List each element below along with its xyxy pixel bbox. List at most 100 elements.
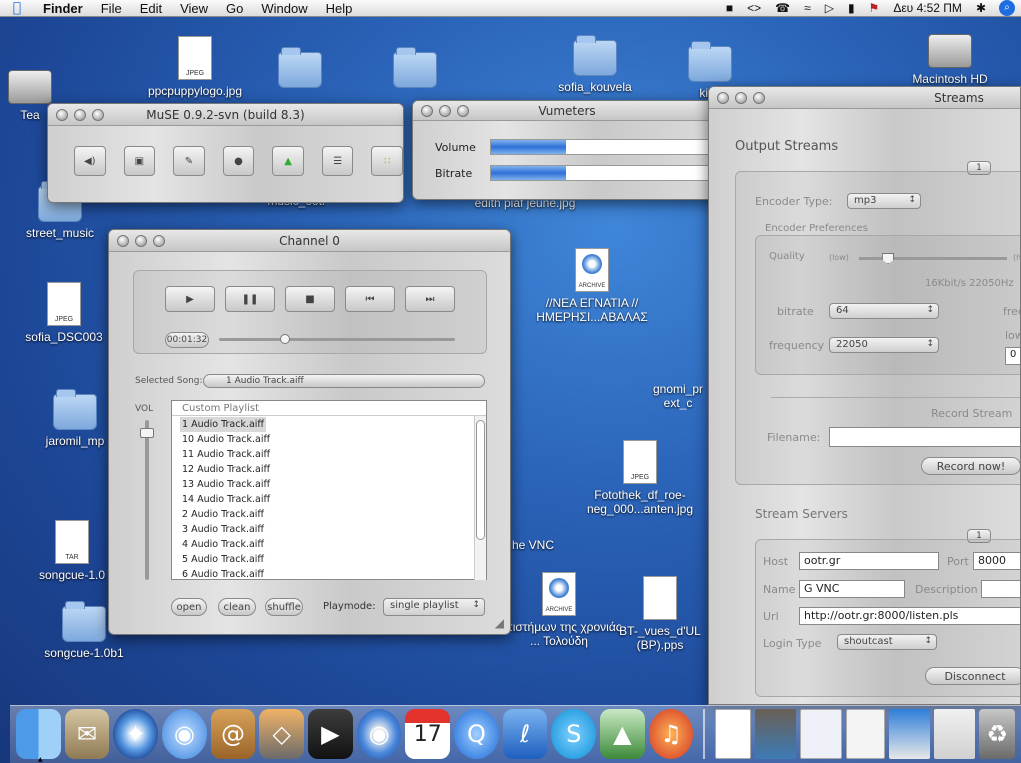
finder-icon[interactable]: ▲ — [16, 709, 61, 763]
menu-finder[interactable]: Finder — [34, 1, 92, 16]
playlist-row[interactable]: 13 Audio Track.aiff — [182, 477, 486, 492]
desktop-icon-gnomi[interactable]: gnomi_pr ext_c — [648, 382, 708, 410]
user-icon[interactable]: ▲ — [272, 146, 304, 176]
forward-icon[interactable]: ⏭ — [405, 286, 455, 312]
playlist-row[interactable]: 3 Audio Track.aiff — [182, 522, 486, 537]
iphoto-icon[interactable]: ◇ — [259, 709, 305, 759]
frequency-select[interactable]: 22050 — [829, 337, 939, 353]
volume-icon[interactable]: ▷ — [818, 1, 841, 15]
zoom-button[interactable] — [153, 234, 165, 247]
menu-clock[interactable]: Δευ 4:52 ΠΜ — [886, 1, 969, 15]
desktop-icon-folder[interactable] — [385, 44, 445, 92]
speaker-icon[interactable]: ◀) — [74, 146, 106, 176]
clean-button[interactable]: clean — [218, 598, 256, 616]
desktop-icon-ppcpuppylogo[interactable]: ppcpuppylogo.jpg — [130, 36, 260, 98]
scrollbar-thumb[interactable] — [476, 420, 485, 540]
playlist-row[interactable]: 10 Audio Track.aiff — [182, 432, 486, 447]
desktop-icon-songcue-tar[interactable]: songcue-1.0 — [22, 520, 122, 582]
record-now-button[interactable]: Record now! — [921, 457, 1020, 475]
skype-icon[interactable]: S — [551, 709, 597, 759]
quicktime-icon[interactable]: Q — [454, 709, 499, 759]
izotope-icon[interactable]: ℓ — [502, 709, 548, 759]
addressbook-icon[interactable]: @ — [210, 709, 256, 759]
desktop-icon-bt-vues[interactable]: BT-_vues_d'UL (BP).pps — [612, 576, 708, 652]
minimize-button[interactable] — [74, 108, 86, 121]
idvd-icon[interactable]: ◉ — [356, 709, 402, 759]
volume-knob[interactable] — [140, 427, 154, 438]
flag-icon[interactable]: ⚑ — [862, 1, 887, 15]
zoom-button[interactable] — [457, 104, 469, 117]
phone-icon[interactable]: ☎ — [768, 1, 797, 15]
channel-titlebar[interactable]: Channel 0 — [109, 230, 510, 252]
battery-icon[interactable]: ▮ — [841, 1, 862, 15]
playlist-scrollbar[interactable] — [474, 416, 486, 580]
menu-window[interactable]: Window — [252, 1, 316, 16]
minimize-button[interactable] — [439, 104, 451, 117]
vnc-icon[interactable]: ▲ — [600, 709, 645, 759]
desktop-icon-fotothek[interactable]: Fotothek_df_roe-neg_000...anten.jpg — [578, 440, 702, 516]
desktop-icon-folder[interactable] — [270, 44, 330, 92]
ichat-icon[interactable]: ◉ — [162, 709, 207, 759]
minimized-window-icon[interactable] — [715, 709, 752, 759]
muse-titlebar[interactable]: MuSE 0.9.2-svn (build 8.3) — [48, 104, 403, 126]
menu-file[interactable]: File — [92, 1, 131, 16]
desktop-icon-sofia-kouvela[interactable]: sofia_kouvela — [545, 32, 645, 94]
playlist-row[interactable]: 1 Audio Track.aiff — [180, 417, 266, 432]
close-button[interactable] — [421, 104, 433, 117]
imovie-icon[interactable]: ▶ — [308, 709, 353, 759]
bitrate-select[interactable]: 64 — [829, 303, 939, 319]
lowpass-field[interactable]: 0 — [1005, 347, 1020, 365]
port-input[interactable]: 8000 — [973, 552, 1020, 570]
disconnect-button[interactable]: Disconnect — [925, 667, 1020, 685]
play-icon[interactable]: ▶ — [165, 286, 215, 312]
desktop-icon-sofia-dsc003[interactable]: sofia_DSC003 — [14, 282, 114, 344]
mail-icon[interactable]: ✉ — [64, 709, 110, 759]
description-input[interactable] — [981, 580, 1020, 598]
stream-icon[interactable]: ▣ — [123, 146, 156, 176]
encoder-type-select[interactable]: mp3 — [847, 193, 921, 209]
mic-icon[interactable]: ● — [222, 146, 255, 176]
filename-input[interactable] — [829, 427, 1020, 447]
bluetooth-icon[interactable]: ✱ — [969, 1, 993, 15]
playmode-select[interactable]: single playlist — [383, 598, 485, 616]
desktop-icon-epistimon[interactable]: Επιστήμων της χρονιάς ... Τολούδη — [494, 572, 624, 648]
code-icon[interactable]: <> — [740, 1, 768, 15]
playlist-row[interactable]: 5 Audio Track.aiff — [182, 552, 486, 567]
pause-icon[interactable]: ❚❚ — [225, 286, 275, 312]
url-input[interactable]: http://ootr.gr:8000/listen.pls — [799, 607, 1020, 625]
minimized-window-icon[interactable] — [934, 709, 976, 759]
safari-icon[interactable]: ✦ — [113, 709, 159, 759]
muse-icon[interactable]: ♫ — [648, 709, 694, 759]
rewind-icon[interactable]: ⏮ — [345, 286, 395, 312]
ical-icon[interactable]: 17 — [405, 709, 451, 759]
minimized-window-icon[interactable] — [845, 709, 886, 759]
login-type-select[interactable]: shoutcast — [837, 634, 937, 650]
close-button[interactable] — [117, 234, 129, 247]
streams-titlebar[interactable]: Streams — [709, 87, 1020, 109]
minimize-button[interactable] — [135, 234, 147, 247]
close-button[interactable] — [56, 108, 68, 121]
zoom-button[interactable] — [92, 108, 104, 121]
zoom-button[interactable] — [753, 91, 765, 104]
wifi-icon[interactable]: ≈ — [797, 1, 818, 15]
playlist-row[interactable]: 6 Audio Track.aiff — [182, 567, 486, 582]
playlist-row[interactable]: 14 Audio Track.aiff — [182, 492, 486, 507]
shuffle-button[interactable]: shuffle — [265, 598, 303, 616]
settings-icon[interactable]: ✎ — [173, 146, 205, 176]
name-input[interactable]: G VNC — [799, 580, 905, 598]
desktop-icon-jaromil-mp[interactable]: jaromil_mp — [30, 386, 120, 448]
seek-slider[interactable] — [219, 334, 455, 344]
minimized-window-icon[interactable] — [755, 709, 797, 759]
menu-go[interactable]: Go — [217, 1, 252, 16]
trash-icon[interactable]: ♻ — [979, 709, 1015, 759]
menu-help[interactable]: Help — [317, 1, 362, 16]
stop-icon[interactable]: ■ — [285, 286, 335, 312]
lock-icon[interactable]: ■ — [719, 1, 740, 15]
spotlight-icon[interactable]: ⌕ — [999, 0, 1015, 16]
close-button[interactable] — [717, 91, 729, 104]
quality-slider[interactable] — [859, 253, 1007, 264]
playlist[interactable]: Custom Playlist 1 Audio Track.aiff 10 Aud… — [171, 400, 487, 580]
minimized-window-icon[interactable] — [889, 709, 931, 759]
desktop-icon-macintosh-hd[interactable]: Macintosh HD — [900, 24, 1000, 86]
apple-menu-icon[interactable]:  — [0, 0, 34, 16]
